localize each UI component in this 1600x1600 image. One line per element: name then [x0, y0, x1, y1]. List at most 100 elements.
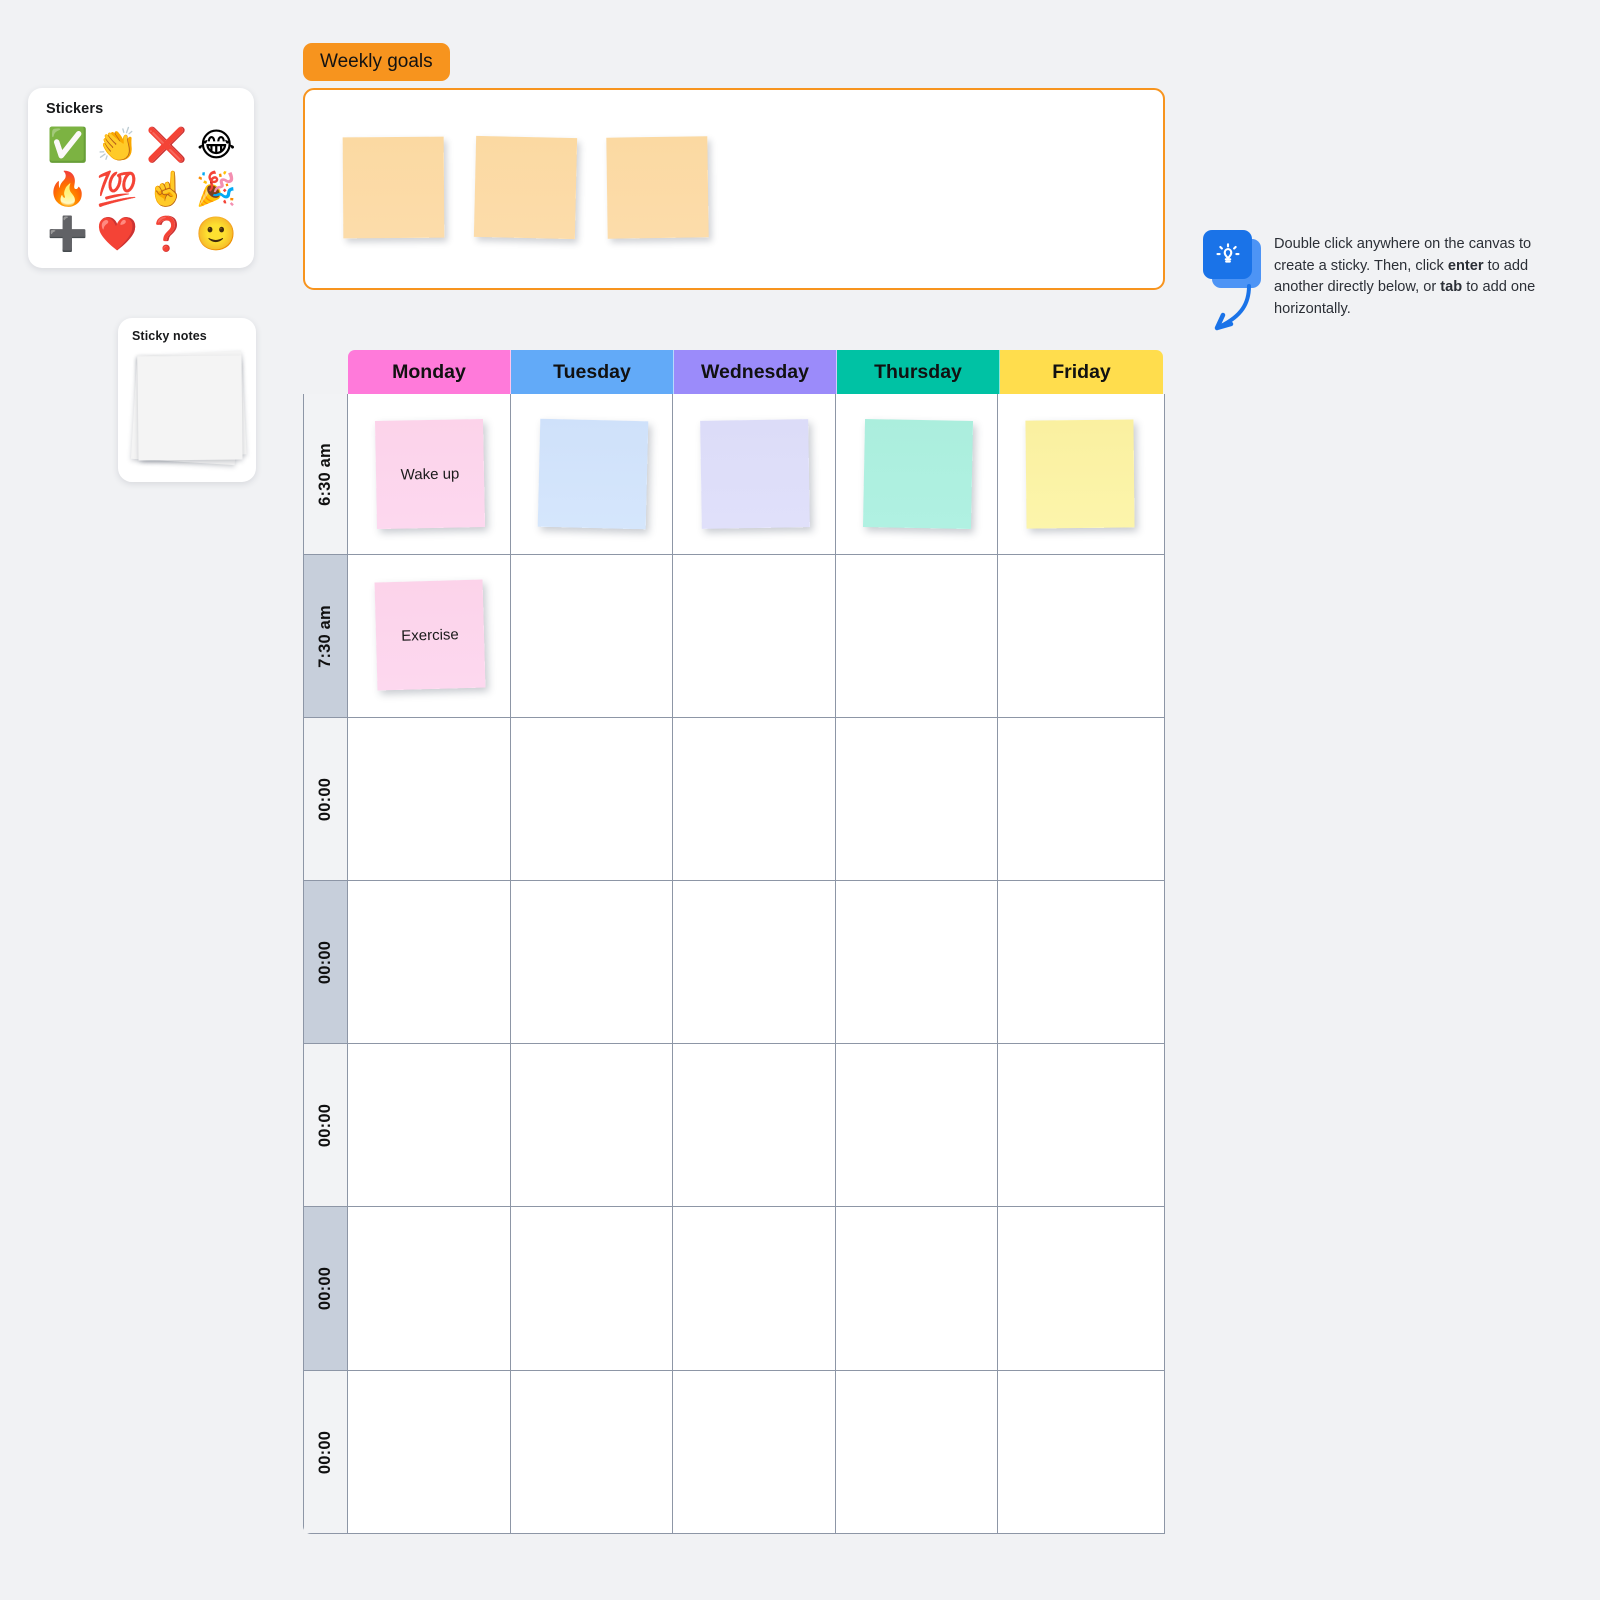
planner-cell[interactable] [835, 555, 999, 717]
hint-line-3-post: to add [1462, 279, 1507, 295]
time-slot-cell[interactable]: 00:00 [304, 881, 348, 1043]
planner-cell[interactable] [998, 555, 1161, 717]
hint-key-tab: tab [1440, 279, 1463, 295]
planner-cell[interactable] [510, 555, 674, 717]
question-mark-sticker[interactable]: ❓ [143, 212, 191, 255]
planner-cell[interactable] [510, 394, 674, 554]
planner-cell[interactable] [673, 1371, 836, 1533]
hint-arrow-icon [1214, 284, 1251, 331]
sticky-notes-panel[interactable]: Sticky notes [118, 318, 256, 482]
stickers-panel-title: Stickers [46, 101, 104, 117]
day-header-friday[interactable]: Friday [1000, 350, 1163, 394]
time-slot-label: 6:30 am [316, 442, 335, 506]
planner-header-row: Monday Tuesday Wednesday Thursday Friday [348, 350, 1165, 394]
heavy-plus-sign-sticker[interactable]: ➕ [44, 212, 92, 255]
fire-sticker[interactable]: 🔥 [44, 168, 92, 211]
sticky-note[interactable] [862, 418, 973, 530]
planner-cell[interactable] [510, 718, 674, 880]
time-slot-cell[interactable]: 6:30 am [304, 394, 348, 554]
planner-row: 00:00 [304, 718, 1164, 881]
planner-row: 6:30 am Wake up [304, 394, 1164, 555]
planner-cell[interactable] [835, 718, 999, 880]
planner-cell[interactable] [835, 881, 999, 1043]
planner-cell[interactable] [510, 1044, 674, 1206]
party-popper-sticker[interactable]: 🎉 [193, 168, 241, 211]
check-mark-button-sticker[interactable]: ✅ [44, 123, 92, 166]
hint-text: Double click anywhere on the canvas to c… [1274, 234, 1551, 320]
sticky-note[interactable]: Exercise [374, 579, 486, 691]
planner-cell[interactable] [348, 718, 511, 880]
planner-cell[interactable] [998, 1371, 1161, 1533]
planner-cell[interactable] [835, 394, 999, 554]
sticky-note[interactable] [700, 419, 811, 529]
planner-cell[interactable] [510, 1207, 674, 1370]
planner-cell[interactable] [673, 881, 836, 1043]
day-header-thursday[interactable]: Thursday [837, 350, 1000, 394]
planner-cell[interactable] [348, 1207, 511, 1370]
planner-row: 7:30 am Exercise [304, 555, 1164, 718]
planner-cell[interactable] [835, 1371, 999, 1533]
planner-cell[interactable] [673, 394, 836, 554]
planner-cell[interactable] [998, 1044, 1161, 1206]
planner-cell[interactable] [673, 1044, 836, 1206]
time-slot-label: 7:30 am [316, 604, 335, 668]
time-slot-cell[interactable]: 00:00 [304, 1371, 348, 1533]
time-slot-label: 00:00 [316, 777, 335, 821]
hint-line-2-pre: create a sticky. Then, click [1274, 257, 1448, 274]
sticky-note[interactable] [537, 418, 648, 530]
planner-cell[interactable] [348, 1371, 511, 1533]
time-slot-label: 00:00 [316, 1103, 335, 1147]
weekly-goal-note[interactable] [342, 136, 445, 239]
sticker-grid: ✅ 👏 ❌ 😂 🔥 💯 ☝️ 🎉 ➕ ❤️ ❓ 🙂 [44, 123, 240, 255]
planner-row: 00:00 [304, 1371, 1164, 1533]
lightbulb-icon [1203, 230, 1252, 279]
planner-cell[interactable] [348, 1044, 511, 1206]
planner-cell[interactable]: Wake up [348, 394, 511, 554]
time-slot-label: 00:00 [316, 1430, 335, 1474]
weekly-goals-tab[interactable]: Weekly goals [303, 43, 450, 81]
index-pointing-up-sticker[interactable]: ☝️ [143, 168, 191, 211]
clapping-hands-sticker[interactable]: 👏 [94, 123, 142, 166]
sticky-note[interactable] [1025, 419, 1135, 529]
planner-cell[interactable] [510, 1371, 674, 1533]
face-with-tears-of-joy-sticker[interactable]: 😂 [193, 123, 241, 166]
planner-cell[interactable] [998, 394, 1161, 554]
sticky-note-stack-sheet [137, 355, 243, 461]
planner-cell[interactable] [673, 1207, 836, 1370]
planner-cell[interactable] [998, 881, 1161, 1043]
planner-cell[interactable] [348, 881, 511, 1043]
slightly-smiling-face-sticker[interactable]: 🙂 [193, 212, 241, 255]
weekly-goal-note[interactable] [606, 136, 709, 239]
sticky-note-stack[interactable] [130, 347, 248, 467]
planner-cell[interactable] [998, 718, 1161, 880]
planner-row: 00:00 [304, 1207, 1164, 1371]
time-slot-cell[interactable]: 00:00 [304, 718, 348, 880]
planner-cell[interactable] [673, 718, 836, 880]
whiteboard-canvas[interactable]: Stickers ✅ 👏 ❌ 😂 🔥 💯 ☝️ 🎉 ➕ ❤️ ❓ 🙂 Sticky notes Wee… [0, 0, 1600, 1600]
planner-cell[interactable] [510, 881, 674, 1043]
day-header-wednesday[interactable]: Wednesday [674, 350, 837, 394]
planner-grid-body: 6:30 am Wake up 7:30 am Exercise 00:00 00:00 0… [303, 394, 1165, 1534]
weekly-planner: Monday Tuesday Wednesday Thursday Friday 6:3… [303, 350, 1165, 1534]
planner-cell[interactable]: Exercise [348, 555, 511, 717]
planner-cell[interactable] [673, 555, 836, 717]
weekly-goals-frame[interactable] [303, 88, 1165, 290]
day-header-monday[interactable]: Monday [348, 350, 511, 394]
day-header-tuesday[interactable]: Tuesday [511, 350, 674, 394]
cross-mark-sticker[interactable]: ❌ [143, 123, 191, 166]
planner-row: 00:00 [304, 1044, 1164, 1207]
weekly-goal-note[interactable] [473, 135, 578, 240]
hint-key-enter: enter [1447, 257, 1484, 274]
planner-cell[interactable] [835, 1044, 999, 1206]
time-slot-cell[interactable]: 00:00 [304, 1207, 348, 1370]
planner-cell[interactable] [998, 1207, 1161, 1370]
sticky-notes-panel-title: Sticky notes [132, 329, 207, 343]
time-slot-cell[interactable]: 7:30 am [304, 555, 348, 717]
red-heart-sticker[interactable]: ❤️ [94, 212, 142, 255]
stickers-panel: Stickers ✅ 👏 ❌ 😂 🔥 💯 ☝️ 🎉 ➕ ❤️ ❓ 🙂 [28, 88, 254, 268]
planner-cell[interactable] [835, 1207, 999, 1370]
time-slot-cell[interactable]: 00:00 [304, 1044, 348, 1206]
hundred-points-sticker[interactable]: 💯 [94, 168, 142, 211]
time-slot-label: 00:00 [316, 940, 335, 984]
sticky-note[interactable]: Wake up [374, 418, 486, 530]
